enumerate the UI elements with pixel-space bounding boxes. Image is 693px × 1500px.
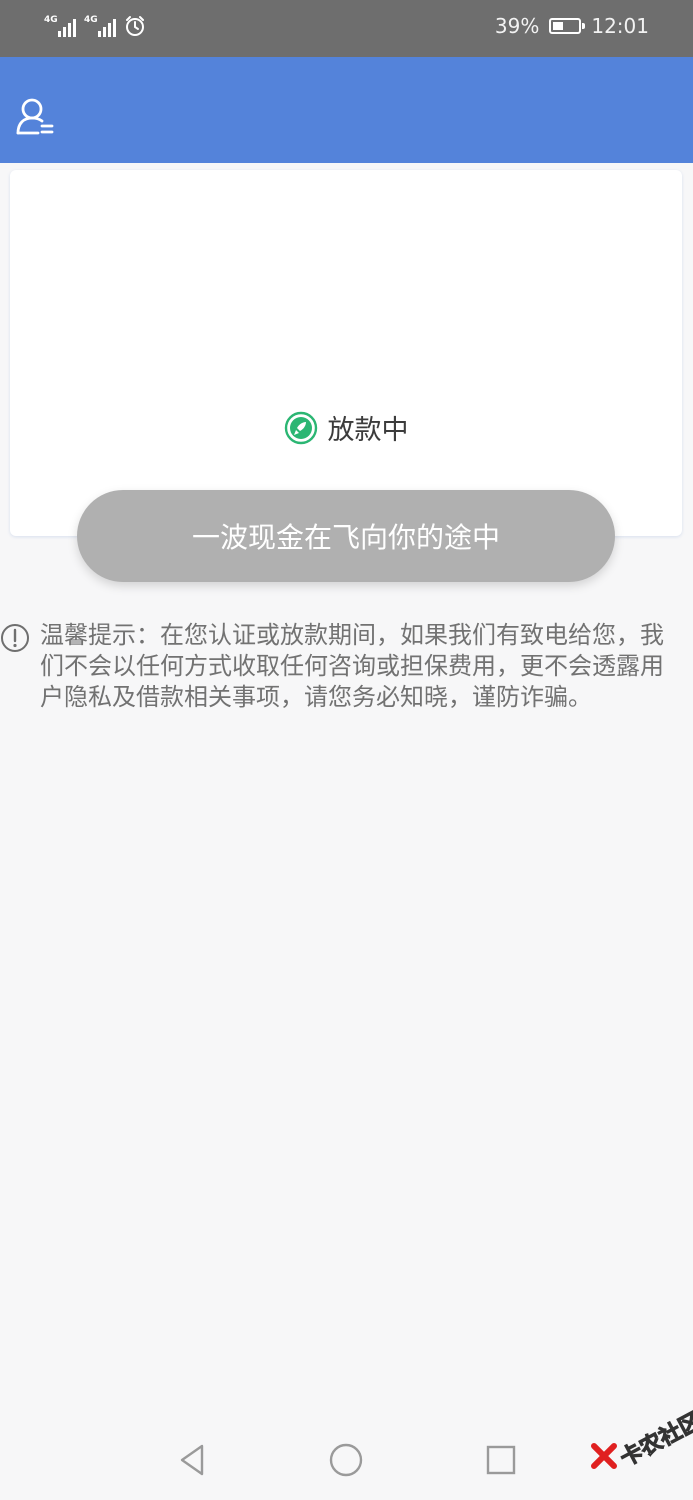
watermark-text: 卡农社区 [616, 1408, 693, 1472]
network-type-label: 4G [84, 15, 98, 25]
notice-text: 温馨提示：在您认证或放款期间，如果我们有致电给您，我们不会以任何方式收取任何咨询… [40, 621, 664, 711]
app-header [0, 57, 693, 163]
back-button[interactable] [172, 1440, 212, 1480]
recents-button[interactable] [481, 1440, 521, 1480]
user-profile-icon [16, 98, 54, 135]
rocket-icon [284, 411, 317, 444]
clock: 12:01 [591, 14, 649, 38]
battery-percent: 39% [494, 14, 540, 38]
status-bar: 4G 4G 39% 12:01 [0, 0, 693, 57]
status-bar-right: 39% 12:01 [495, 14, 649, 38]
cash-on-the-way-button[interactable]: 一波现金在飞向你的途中 [77, 490, 615, 582]
status-bar-left: 4G 4G [44, 15, 146, 37]
back-triangle-icon [180, 1444, 204, 1476]
loan-status-row: 放款中 [10, 408, 682, 447]
signal-strength-icon: 4G [84, 15, 116, 37]
network-type-label: 4G [44, 15, 58, 25]
profile-button[interactable] [14, 97, 58, 137]
home-circle-icon [329, 1443, 363, 1477]
battery-icon [549, 18, 586, 34]
loan-status-text: 放款中 [327, 415, 409, 446]
watermark: 卡农社区 [590, 1408, 693, 1474]
home-button[interactable] [326, 1440, 366, 1480]
exclamation-circle-icon [1, 624, 29, 652]
loan-status-card: 放款中 [10, 170, 682, 536]
recents-square-icon [486, 1445, 516, 1475]
signal-strength-icon: 4G [44, 15, 76, 37]
alarm-clock-icon [126, 16, 144, 36]
